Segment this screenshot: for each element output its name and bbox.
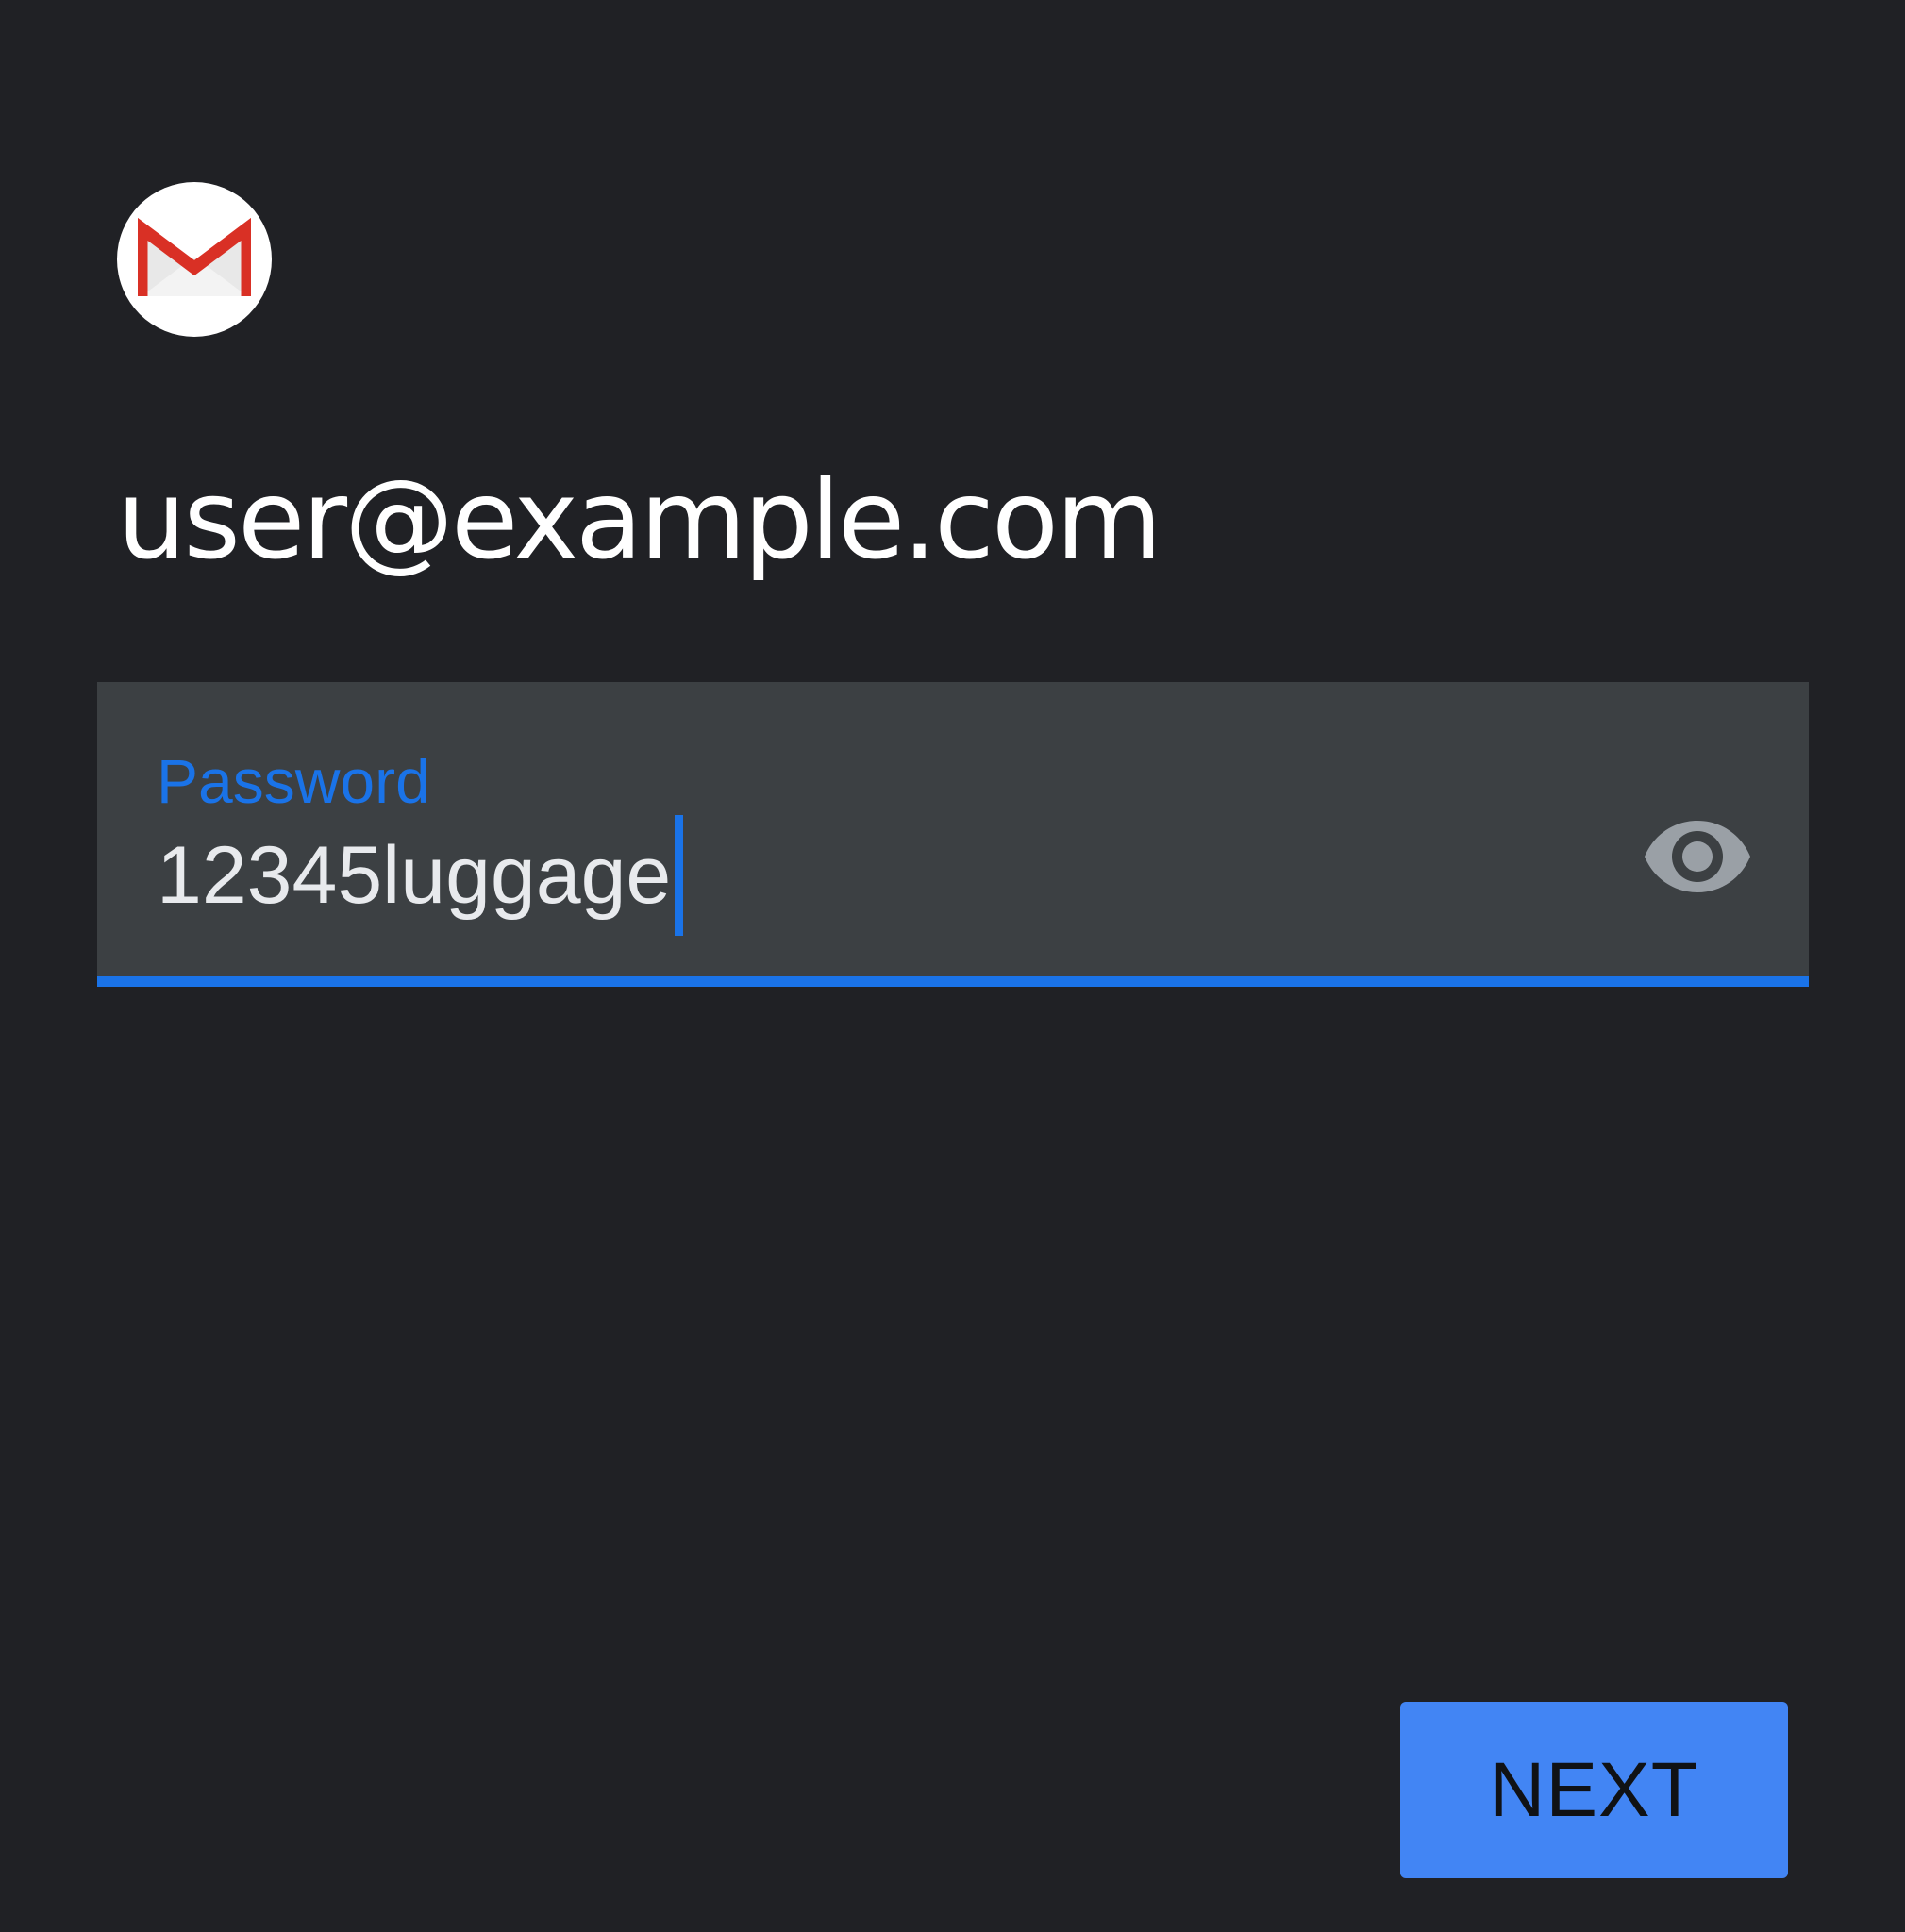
- password-field[interactable]: Password 12345luggage: [97, 682, 1809, 987]
- gmail-icon: [138, 217, 251, 296]
- next-button[interactable]: NEXT: [1400, 1702, 1788, 1878]
- password-value: 12345luggage: [157, 830, 672, 921]
- show-password-toggle[interactable]: [1636, 795, 1759, 918]
- password-label: Password: [157, 746, 430, 816]
- password-input[interactable]: 12345luggage: [157, 814, 684, 937]
- text-cursor: [675, 815, 684, 936]
- gmail-logo: [117, 182, 272, 337]
- account-email: user@example.com: [117, 457, 1162, 584]
- eye-icon: [1645, 821, 1750, 892]
